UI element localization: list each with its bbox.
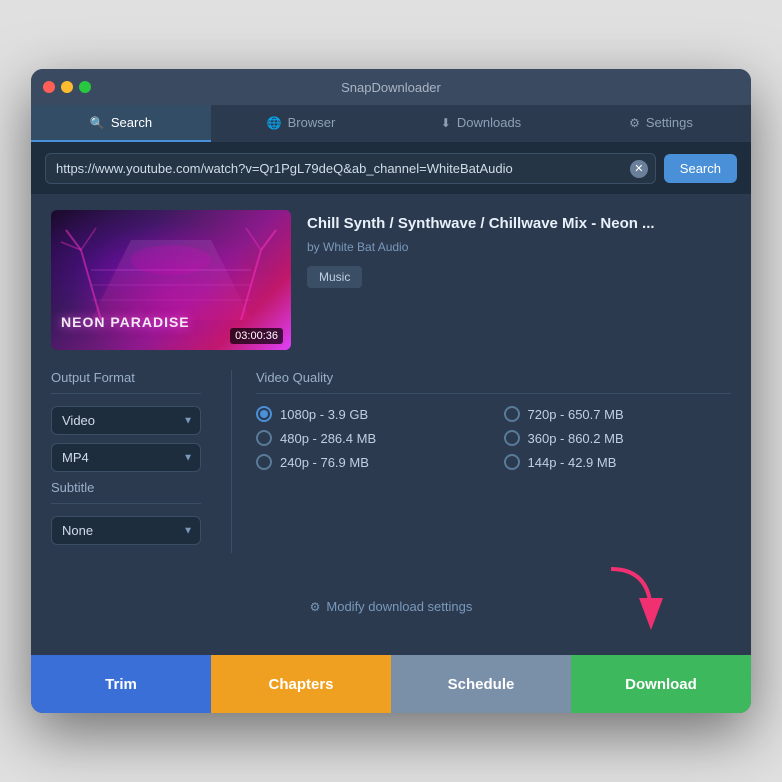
output-format-label: Output Format bbox=[51, 370, 201, 385]
quality-option-360p[interactable]: 360p - 860.2 MB bbox=[504, 430, 732, 446]
subtitle-section: Subtitle None English Spanish ▼ bbox=[51, 480, 201, 545]
download-icon: ⬇ bbox=[441, 116, 451, 130]
video-tag: Music bbox=[307, 266, 362, 288]
radio-480p bbox=[256, 430, 272, 446]
quality-label-144p: 144p - 42.9 MB bbox=[528, 455, 617, 470]
subtitle-divider bbox=[51, 503, 201, 504]
quality-section: Video Quality 1080p - 3.9 GB 720p - 650.… bbox=[231, 370, 731, 553]
tab-browser-label: Browser bbox=[288, 115, 336, 130]
quality-label-480p: 480p - 286.4 MB bbox=[280, 431, 376, 446]
quality-divider bbox=[256, 393, 731, 394]
close-button[interactable] bbox=[43, 81, 55, 93]
browser-icon: 🌐 bbox=[267, 116, 282, 130]
arrow-modify-area: ⚙ Modify download settings bbox=[51, 569, 731, 639]
maximize-button[interactable] bbox=[79, 81, 91, 93]
schedule-button[interactable]: Schedule bbox=[391, 655, 571, 713]
radio-720p bbox=[504, 406, 520, 422]
tabbar: 🔍 Search 🌐 Browser ⬇ Downloads ⚙ Setting… bbox=[31, 105, 751, 143]
codec-select-wrapper: MP4 MKV AVI ▼ bbox=[51, 443, 201, 472]
titlebar: SnapDownloader bbox=[31, 69, 751, 105]
content-area: NEON PARADISE 03:00:36 Chill Synth / Syn… bbox=[31, 194, 751, 655]
quality-option-240p[interactable]: 240p - 76.9 MB bbox=[256, 454, 484, 470]
video-title: Chill Synth / Synthwave / Chillwave Mix … bbox=[307, 214, 731, 234]
tab-downloads-label: Downloads bbox=[457, 115, 521, 130]
quality-label-1080p: 1080p - 3.9 GB bbox=[280, 407, 368, 422]
thumbnail-title-text: NEON PARADISE bbox=[61, 314, 190, 330]
radio-1080p bbox=[256, 406, 272, 422]
tab-settings[interactable]: ⚙ Settings bbox=[571, 105, 751, 142]
video-author: by White Bat Audio bbox=[307, 240, 731, 254]
tab-search-label: Search bbox=[111, 115, 152, 130]
download-arrow-icon bbox=[591, 559, 671, 639]
quality-option-480p[interactable]: 480p - 286.4 MB bbox=[256, 430, 484, 446]
format-select[interactable]: Video Audio bbox=[51, 406, 201, 435]
app-window: SnapDownloader 🔍 Search 🌐 Browser ⬇ Down… bbox=[31, 69, 751, 713]
urlbar: ✕ Search bbox=[31, 143, 751, 194]
gear-icon: ⚙ bbox=[310, 600, 321, 614]
window-title: SnapDownloader bbox=[341, 80, 441, 95]
video-duration: 03:00:36 bbox=[230, 328, 283, 344]
quality-label-360p: 360p - 860.2 MB bbox=[528, 431, 624, 446]
url-input[interactable] bbox=[45, 153, 656, 184]
tab-downloads[interactable]: ⬇ Downloads bbox=[391, 105, 571, 142]
settings-icon: ⚙ bbox=[629, 116, 640, 130]
radio-360p bbox=[504, 430, 520, 446]
chapters-button[interactable]: Chapters bbox=[211, 655, 391, 713]
subtitle-select-wrapper: None English Spanish ▼ bbox=[51, 516, 201, 545]
minimize-button[interactable] bbox=[61, 81, 73, 93]
tab-search[interactable]: 🔍 Search bbox=[31, 105, 211, 142]
tab-settings-label: Settings bbox=[646, 115, 693, 130]
video-meta: Chill Synth / Synthwave / Chillwave Mix … bbox=[307, 210, 731, 350]
settings-area: Output Format Video Audio ▼ MP4 MKV AVI bbox=[51, 370, 731, 553]
trim-button[interactable]: Trim bbox=[31, 655, 211, 713]
format-select-wrapper: Video Audio ▼ bbox=[51, 406, 201, 435]
video-info: NEON PARADISE 03:00:36 Chill Synth / Syn… bbox=[51, 210, 731, 350]
modify-settings-label[interactable]: Modify download settings bbox=[326, 599, 472, 614]
radio-1080p-fill bbox=[260, 410, 268, 418]
codec-select[interactable]: MP4 MKV AVI bbox=[51, 443, 201, 472]
bottom-bar: Trim Chapters Schedule Download bbox=[31, 655, 751, 713]
quality-option-144p[interactable]: 144p - 42.9 MB bbox=[504, 454, 732, 470]
format-divider bbox=[51, 393, 201, 394]
quality-option-1080p[interactable]: 1080p - 3.9 GB bbox=[256, 406, 484, 422]
url-input-wrapper: ✕ bbox=[45, 153, 656, 184]
quality-label: Video Quality bbox=[256, 370, 731, 385]
url-search-button[interactable]: Search bbox=[664, 154, 737, 183]
subtitle-label: Subtitle bbox=[51, 480, 201, 495]
subtitle-select[interactable]: None English Spanish bbox=[51, 516, 201, 545]
download-button[interactable]: Download bbox=[571, 655, 751, 713]
video-thumbnail: NEON PARADISE 03:00:36 bbox=[51, 210, 291, 350]
url-clear-button[interactable]: ✕ bbox=[630, 160, 648, 178]
quality-grid: 1080p - 3.9 GB 720p - 650.7 MB 480p - 28… bbox=[256, 406, 731, 470]
tab-browser[interactable]: 🌐 Browser bbox=[211, 105, 391, 142]
radio-240p bbox=[256, 454, 272, 470]
search-icon: 🔍 bbox=[90, 116, 105, 130]
format-section: Output Format Video Audio ▼ MP4 MKV AVI bbox=[51, 370, 201, 553]
quality-label-240p: 240p - 76.9 MB bbox=[280, 455, 369, 470]
quality-option-720p[interactable]: 720p - 650.7 MB bbox=[504, 406, 732, 422]
traffic-lights bbox=[43, 81, 91, 93]
radio-144p bbox=[504, 454, 520, 470]
quality-label-720p: 720p - 650.7 MB bbox=[528, 407, 624, 422]
